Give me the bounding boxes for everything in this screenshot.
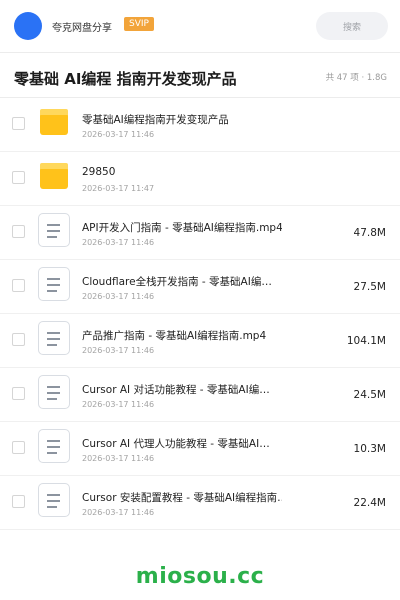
- file-size: 22.4M: [353, 497, 386, 509]
- file-doc-icon: [38, 483, 70, 517]
- file-size: 104.1M: [346, 335, 386, 347]
- folder-icon: [40, 163, 68, 189]
- site-name: 夸克网盘分享: [52, 23, 112, 34]
- row-checkbox[interactable]: [12, 225, 25, 238]
- file-date: 2026-03-17 11:46: [82, 346, 155, 355]
- file-size: 24.5M: [353, 389, 386, 401]
- row-checkbox[interactable]: [12, 387, 25, 400]
- top-bar: 夸克网盘分享 SVIP 搜索: [0, 0, 400, 52]
- file-name: Cursor 安装配置教程 - 零基础AI编程指南…: [82, 492, 282, 504]
- row-checkbox[interactable]: [12, 441, 25, 454]
- file-name: Cloudflare全栈开发指南 - 零基础AI编…: [82, 276, 272, 288]
- row-checkbox[interactable]: [12, 279, 25, 292]
- file-date: 2026-03-17 11:46: [82, 292, 155, 301]
- header-divider: [0, 52, 400, 53]
- list-item[interactable]: Cursor 安装配置教程 - 零基础AI编程指南… 2026-03-17 11:…: [0, 476, 400, 530]
- file-name: 零基础AI编程指南开发变现产品: [82, 114, 229, 126]
- list-item[interactable]: Cloudflare全栈开发指南 - 零基础AI编… 2026-03-17 11:…: [0, 260, 400, 314]
- file-list: 零基础AI编程指南开发变现产品 2026-03-17 11:46 29850 2026…: [0, 98, 400, 530]
- file-doc-icon: [38, 321, 70, 355]
- row-checkbox[interactable]: [12, 117, 25, 130]
- file-name: 产品推广指南 - 零基础AI编程指南.mp4: [82, 330, 267, 342]
- row-checkbox[interactable]: [12, 171, 25, 184]
- file-date: 2026-03-17 11:47: [82, 184, 155, 193]
- watermark-logo: miosou.cc: [135, 564, 265, 589]
- list-item[interactable]: 产品推广指南 - 零基础AI编程指南.mp4 2026-03-17 11:46 10…: [0, 314, 400, 368]
- list-item[interactable]: Cursor AI 对话功能教程 - 零基础AI编… 2026-03-17 11:…: [0, 368, 400, 422]
- list-item[interactable]: 29850 2026-03-17 11:47: [0, 152, 400, 206]
- file-doc-icon: [38, 429, 70, 463]
- file-doc-icon: [38, 375, 70, 409]
- file-name: API开发入门指南 - 零基础AI编程指南.mp4: [82, 222, 282, 234]
- file-date: 2026-03-17 11:46: [82, 454, 155, 463]
- file-size: 47.8M: [353, 227, 386, 239]
- folder-icon: [40, 109, 68, 135]
- row-checkbox[interactable]: [12, 333, 25, 346]
- file-name: Cursor AI 对话功能教程 - 零基础AI编…: [82, 384, 270, 396]
- list-item[interactable]: API开发入门指南 - 零基础AI编程指南.mp4 2026-03-17 11:4…: [0, 206, 400, 260]
- file-date: 2026-03-17 11:46: [82, 400, 155, 409]
- file-name: 29850: [82, 166, 116, 178]
- page-title: 零基础 AI编程 指南开发变现产品: [14, 70, 237, 88]
- list-item[interactable]: 零基础AI编程指南开发变现产品 2026-03-17 11:46: [0, 98, 400, 152]
- avatar[interactable]: [14, 12, 42, 40]
- file-doc-icon: [38, 213, 70, 247]
- svip-badge: SVIP: [124, 17, 154, 31]
- list-item[interactable]: Cursor AI 代理人功能教程 - 零基础AI… 2026-03-17 11:…: [0, 422, 400, 476]
- file-size: 10.3M: [353, 443, 386, 455]
- share-page: 夸克网盘分享 SVIP 搜索 零基础 AI编程 指南开发变现产品 共 47 项 …: [0, 0, 400, 600]
- file-doc-icon: [38, 267, 70, 301]
- title-bar: 零基础 AI编程 指南开发变现产品 共 47 项 · 1.8G: [0, 54, 400, 98]
- file-date: 2026-03-17 11:46: [82, 238, 155, 247]
- search-input[interactable]: 搜索: [316, 12, 388, 40]
- file-name: Cursor AI 代理人功能教程 - 零基础AI…: [82, 438, 270, 450]
- file-date: 2026-03-17 11:46: [82, 508, 155, 517]
- item-summary: 共 47 项 · 1.8G: [325, 73, 387, 83]
- row-checkbox[interactable]: [12, 495, 25, 508]
- file-date: 2026-03-17 11:46: [82, 130, 155, 139]
- file-size: 27.5M: [353, 281, 386, 293]
